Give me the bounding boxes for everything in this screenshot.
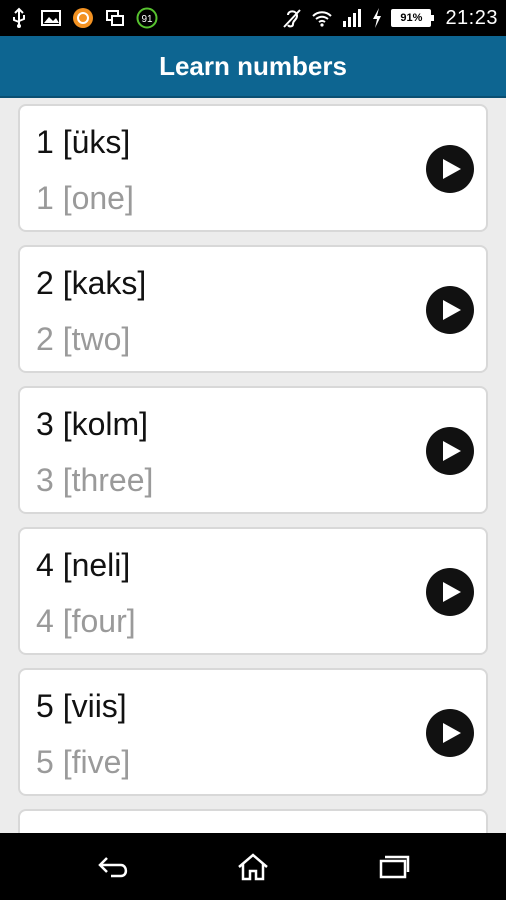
list-item[interactable]: 4 [neli] 4 [four]	[18, 527, 488, 655]
play-icon	[443, 441, 461, 461]
screens-icon	[104, 7, 126, 29]
number-word: 3 [kolm]	[36, 406, 149, 442]
image-icon	[40, 7, 62, 29]
numbers-list[interactable]: 1 [üks] 1 [one] 2 [kaks] 2 [two] 3 [kolm…	[0, 98, 506, 833]
usb-icon	[8, 7, 30, 29]
play-icon	[443, 582, 461, 602]
number-word: 4 [neli]	[36, 547, 131, 583]
back-button[interactable]	[94, 849, 134, 885]
list-item-partial[interactable]	[18, 809, 488, 833]
app-title: Learn numbers	[159, 50, 347, 81]
home-button[interactable]	[233, 849, 273, 885]
recent-apps-icon	[379, 855, 410, 879]
app-notification-icon	[72, 7, 94, 29]
wifi-icon	[311, 7, 333, 29]
number-word: 5 [viis]	[36, 688, 127, 724]
play-button[interactable]	[426, 709, 474, 757]
list-item[interactable]: 5 [viis] 5 [five]	[18, 668, 488, 796]
number-translation: 3 [three]	[36, 462, 154, 498]
play-icon	[443, 159, 461, 179]
number-translation: 5 [five]	[36, 744, 131, 780]
number-translation: 2 [two]	[36, 321, 131, 357]
play-button[interactable]	[426, 568, 474, 616]
list-item[interactable]: 1 [üks] 1 [one]	[18, 104, 488, 232]
status-bar: 91 91% 21:23	[0, 0, 506, 36]
charging-icon	[371, 7, 383, 29]
number-word: 1 [üks]	[36, 124, 131, 160]
status-clock: 21:23	[445, 6, 498, 29]
counter-badge-icon: 91	[136, 7, 158, 29]
play-button[interactable]	[426, 286, 474, 334]
play-button[interactable]	[426, 427, 474, 475]
badge-count: 91	[141, 14, 153, 25]
app-bar: Learn numbers	[0, 36, 506, 98]
play-button[interactable]	[426, 145, 474, 193]
play-icon	[443, 723, 461, 743]
navigation-bar	[0, 833, 506, 900]
list-item[interactable]: 3 [kolm] 3 [three]	[18, 386, 488, 514]
signal-icon	[341, 7, 363, 29]
recent-apps-button[interactable]	[374, 849, 414, 885]
play-icon	[443, 300, 461, 320]
number-translation: 4 [four]	[36, 603, 136, 639]
number-word: 2 [kaks]	[36, 265, 147, 301]
home-icon	[238, 853, 268, 881]
back-icon	[98, 857, 128, 878]
battery-icon: 91%	[391, 9, 435, 27]
number-translation: 1 [one]	[36, 180, 134, 216]
hearing-aid-icon	[281, 7, 303, 29]
list-item[interactable]: 2 [kaks] 2 [two]	[18, 245, 488, 373]
